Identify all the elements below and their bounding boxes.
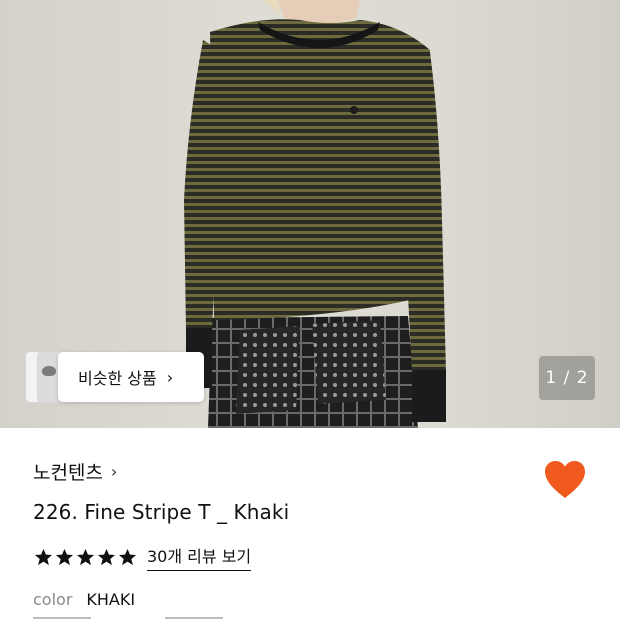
image-pager: 1 / 2 [539,356,595,400]
star-icon [118,548,137,565]
color-label: color [33,590,73,609]
star-icon [76,548,95,565]
swatch-edge [165,617,223,619]
similar-products-label: 비슷한 상품 [78,369,157,388]
rating-stars [34,548,137,567]
brand-link[interactable]: 노컨텐츠 › [33,458,117,485]
color-option: color KHAKI [33,590,135,609]
chevron-right-icon: › [110,462,118,481]
star-icon [34,548,53,565]
star-icon [97,548,116,565]
similar-products-button[interactable]: 비슷한 상품 › [58,352,204,402]
similar-products-chip[interactable]: 비슷한 상품 › [26,352,204,402]
like-button[interactable] [544,460,586,500]
chevron-right-icon: › [166,367,174,387]
color-value: KHAKI [86,590,136,609]
star-icon [55,548,74,565]
swatch-edge [33,617,91,619]
reviews-link[interactable]: 30개 리뷰 보기 [147,543,252,571]
product-photo[interactable]: 비슷한 상품 › 1 / 2 [0,0,620,428]
rating-row: 30개 리뷰 보기 [34,543,252,571]
brand-name: 노컨텐츠 [33,462,103,484]
product-title: 226. Fine Stripe T _ Khaki [33,500,290,524]
heart-icon [545,461,585,498]
